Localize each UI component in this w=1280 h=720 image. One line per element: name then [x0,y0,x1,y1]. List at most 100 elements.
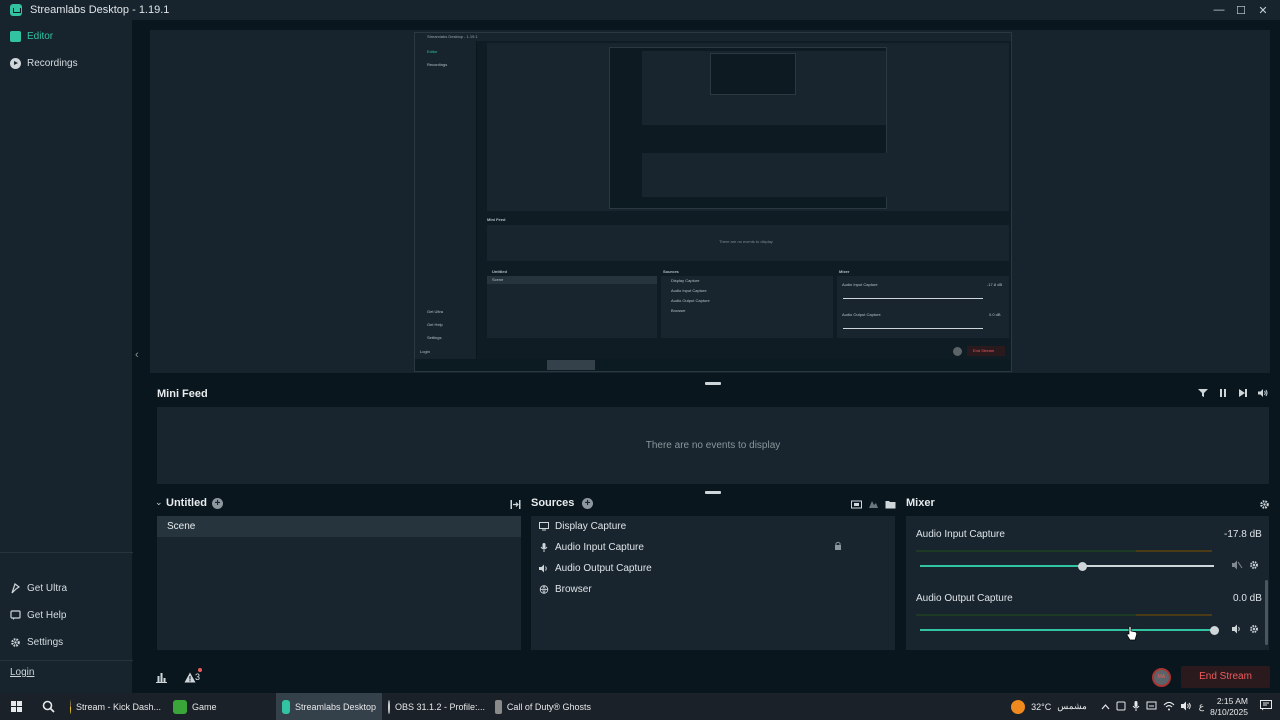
source-folders-icon[interactable] [851,497,862,515]
clock[interactable]: 2:15 AM 8/10/2025 [1210,696,1248,718]
filter-icon[interactable] [1198,388,1208,398]
speaker-icon[interactable] [1232,624,1243,637]
taskbar-item-obs[interactable]: OBS 31.1.2 - Profile:... [382,693,489,720]
taskbar-item-label: Game [192,701,217,712]
cursor-hand-icon [1126,625,1138,646]
add-folder-icon[interactable] [885,497,896,515]
sidebar-item-recordings[interactable]: Recordings [0,50,132,77]
resize-handle[interactable] [705,382,721,385]
volume-slider-knob[interactable] [1077,561,1087,571]
inner-get-help: Get Help [427,322,443,327]
device-icon[interactable] [1116,701,1126,713]
inner-login: Login [420,349,430,354]
windows-start-icon[interactable] [0,701,32,712]
divider [0,660,133,661]
inner-recordings: Recordings [427,62,448,67]
source-item-audio-output[interactable]: Audio Output Capture [531,558,895,579]
muted-speaker-icon[interactable] [1232,560,1243,573]
taskbar-item-streamlabs[interactable]: Streamlabs Desktop [276,693,382,720]
chrome-icon [70,699,71,714]
search-icon[interactable] [32,700,64,713]
sidebar-item-get-ultra[interactable]: Get Ultra [0,575,133,602]
source-item-display-capture[interactable]: Display Capture [531,516,895,537]
source-label: Audio Output Capture [555,563,652,574]
clock-date: 8/10/2025 [1210,706,1248,717]
notification-icon[interactable] [1260,700,1272,713]
source-item-browser[interactable]: Browser [531,579,895,600]
mixer-channel-label: Audio Output Capture [916,593,1013,604]
sources-list: Display Capture Audio Input Capture Audi… [531,516,895,650]
scene-transitions-icon[interactable] [510,497,521,515]
source-filters-icon[interactable] [868,497,879,515]
sidebar-item-settings[interactable]: Settings [0,629,133,656]
source-item-audio-input[interactable]: Audio Input Capture [531,537,895,558]
channel-gear-icon[interactable] [1249,560,1259,573]
inner-title: Streamlabs Desktop - 1.19.1 [415,33,1011,41]
globe-icon [539,585,549,594]
wifi-icon[interactable] [1163,701,1175,713]
skip-icon[interactable] [1238,388,1248,398]
minimize-button[interactable]: — [1208,0,1230,20]
inner-end-stream: End Stream [973,348,995,353]
play-icon [10,58,21,69]
maximize-button[interactable]: ☐ [1230,0,1252,20]
lock-icon[interactable] [834,541,842,554]
audio-meter [916,550,1212,552]
inner-scenes: Scene [487,276,657,338]
scenes-title[interactable]: Untitled [166,497,207,509]
stats-chart-icon[interactable] [156,670,167,688]
sidebar-item-label: Editor [27,31,54,42]
inner-mini-feed: Mini Feed [487,217,506,222]
clock-time: 2:15 AM [1216,695,1248,706]
add-scene-icon[interactable]: + [212,498,223,509]
input-language[interactable]: ع [1199,701,1204,712]
pause-icon[interactable] [1218,388,1228,398]
volume-slider-knob[interactable] [1209,625,1219,635]
source-label: Browser [555,584,592,595]
avatar[interactable]: MA [1152,668,1171,687]
sidebar-item-get-help[interactable]: Get Help [0,602,133,629]
weather-sun-icon[interactable] [1011,699,1026,714]
resize-handle[interactable] [705,491,721,494]
sidebar-item-editor[interactable]: Editor [0,23,132,50]
volume-slider-fill [920,629,1214,631]
taskbar-item-label: Call of Duty® Ghosts [506,701,591,712]
speaker-icon [539,564,549,573]
collapse-sidebar-icon[interactable]: ‹ [135,349,139,361]
chevron-down-icon[interactable]: ⌄ [155,497,163,508]
monitor-icon [539,522,549,531]
sidebar: Editor Recordings Get Ultra Get Help Set… [0,20,133,693]
login-link[interactable]: Login [10,667,34,678]
source-label: Audio Input Capture [555,542,644,553]
avatar-text: MA [1157,674,1166,680]
close-button[interactable]: ✕ [1252,0,1274,20]
alert-count: 3 [195,672,201,682]
taskbar-item-game[interactable]: Game [167,693,276,720]
inner-src-display: Display Capture [671,278,700,283]
taskbar-item-chrome[interactable]: Stream - Kick Dash... [64,693,167,720]
channel-gear-icon[interactable] [1249,624,1259,637]
chevron-up-icon[interactable] [1101,702,1110,712]
mixer-settings-gear-icon[interactable] [1259,497,1270,515]
divider [0,552,133,553]
mic-tray-icon[interactable] [1132,700,1140,713]
mic-icon [539,543,549,552]
scenes-list: Scene [157,516,521,650]
end-stream-button[interactable]: End Stream [1181,666,1270,688]
source-label: Display Capture [555,521,627,532]
mixer-channel-db: 0.0 dB [1233,593,1262,604]
taskbar-item-cod[interactable]: Call of Duty® Ghosts [489,693,597,720]
network-icon[interactable] [1146,701,1157,713]
volume-icon[interactable] [1258,388,1268,398]
sidebar-item-label: Get Help [27,610,67,621]
mixer-scrollbar[interactable] [1265,580,1268,645]
add-source-icon[interactable]: + [582,498,593,509]
scene-item[interactable]: Scene [157,516,521,537]
inner-mix-ain: Audio Input Capture [842,282,878,287]
streamlabs-logo-icon [10,4,22,16]
volume-tray-icon[interactable] [1180,701,1193,713]
weather-temp[interactable]: 32°C [1031,702,1051,712]
sidebar-item-label: Get Ultra [27,583,68,594]
weather-text: مشمس [1057,701,1087,711]
inner-src-aout: Audio Output Capture [671,298,710,303]
